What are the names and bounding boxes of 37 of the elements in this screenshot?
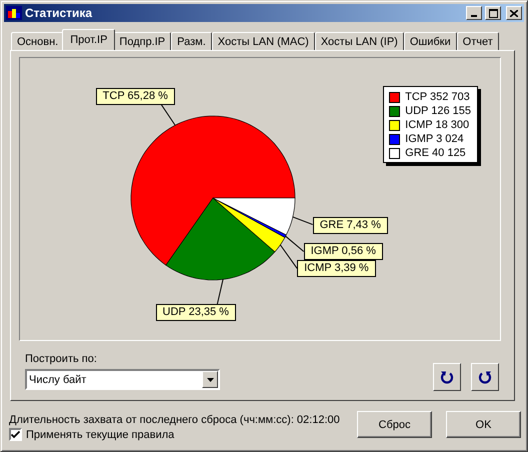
- build-by-label: Построить по:: [25, 353, 98, 365]
- data-label: IGMP 0,56 %: [304, 243, 383, 260]
- data-label: GRE 7,43 %: [312, 216, 388, 234]
- dialog-button[interactable]: OK: [446, 411, 521, 438]
- data-label: ICMP 3,39 %: [297, 260, 376, 278]
- close-button[interactable]: [506, 6, 522, 20]
- refresh-button[interactable]: [433, 363, 461, 391]
- maximize-button[interactable]: [485, 6, 501, 20]
- close-icon: [510, 10, 518, 16]
- tab[interactable]: Подпр.IP: [113, 32, 172, 50]
- tab[interactable]: Отчет: [456, 32, 499, 50]
- data-label: TCP 65,28 %: [96, 88, 175, 106]
- dropdown-field[interactable]: Числу байт: [25, 369, 220, 390]
- tab[interactable]: Прот.IP: [62, 29, 116, 50]
- legend-label: IGMP 3 024: [405, 133, 464, 145]
- leader-line: [292, 216, 314, 226]
- checkbox-label: Применять текущие правила: [26, 428, 174, 440]
- legend-label: GRE 40 125: [405, 147, 466, 159]
- tab[interactable]: Хосты LAN (MAC): [212, 32, 315, 50]
- minimize-button[interactable]: [466, 6, 482, 20]
- maximize-icon: [488, 8, 498, 18]
- tab[interactable]: Разм.: [171, 32, 212, 50]
- refresh-button[interactable]: [471, 363, 499, 391]
- app-icon: [6, 6, 22, 20]
- legend-label: ICMP 18 300: [405, 119, 470, 131]
- capture-duration-text: Длительность захвата от последнего сброса (чч:мм:сс): 02:12:00: [9, 414, 340, 426]
- checkbox[interactable]: [9, 428, 22, 441]
- circular-arrow-icon: [440, 370, 454, 384]
- legend-label: UDP 126 155: [405, 105, 471, 117]
- circular-arrow-icon: [478, 370, 492, 384]
- data-label: UDP 23,35 %: [156, 304, 236, 321]
- tab[interactable]: Основн.: [11, 32, 64, 50]
- tab[interactable]: Ошибки: [404, 32, 457, 50]
- legend-label: TCP 352 703: [405, 91, 470, 103]
- tab[interactable]: Хосты LAN (IP): [314, 32, 404, 50]
- window-title: Статистика: [25, 6, 94, 20]
- dialog-button[interactable]: Сброс: [357, 411, 432, 438]
